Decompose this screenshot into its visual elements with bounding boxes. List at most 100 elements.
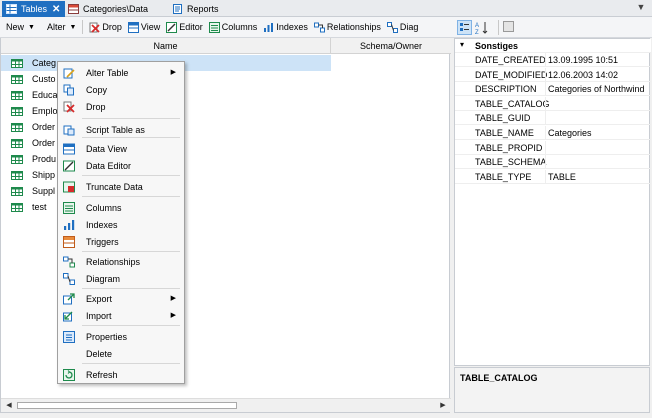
menu-item-truncate-data[interactable]: Truncate Data bbox=[60, 179, 182, 195]
menu-item-properties[interactable]: Properties bbox=[60, 329, 182, 345]
dropdown-arrow-icon: ▼ bbox=[69, 23, 77, 31]
menu-item-script-table-as[interactable]: Script Table as bbox=[60, 122, 182, 138]
properties-icon bbox=[63, 331, 75, 343]
table-name: Order bbox=[32, 122, 56, 132]
menu-item-copy[interactable]: Copy bbox=[60, 82, 182, 98]
editor-label: Editor bbox=[179, 22, 203, 32]
menu-separator bbox=[82, 251, 180, 252]
columns-label: Columns bbox=[221, 22, 258, 32]
table-name: Emplo bbox=[32, 106, 58, 116]
table-grid-icon bbox=[11, 122, 23, 132]
property-row[interactable]: TABLE_SCHEMA bbox=[455, 155, 651, 170]
new-button[interactable]: New ▼ bbox=[3, 19, 38, 36]
scroll-thumb[interactable] bbox=[17, 402, 237, 409]
property-row[interactable]: DESCRIPTION Categories of Northwind bbox=[455, 82, 651, 97]
property-name: TABLE_GUID bbox=[475, 113, 531, 124]
menu-item-import[interactable]: Import ▶ bbox=[60, 308, 182, 324]
properties-toolbar: A Z bbox=[454, 17, 652, 38]
menu-item-label: Script Table as bbox=[86, 125, 145, 135]
drop-button[interactable]: Drop bbox=[86, 19, 125, 36]
table-grid-icon bbox=[11, 74, 23, 84]
table-grid-icon bbox=[11, 138, 23, 148]
indexes-icon bbox=[264, 22, 274, 32]
menu-item-label: Drop bbox=[86, 102, 106, 112]
property-divider bbox=[545, 67, 546, 82]
property-name: DATE_CREATED bbox=[475, 55, 546, 65]
menu-item-label: Import bbox=[86, 311, 112, 321]
property-row[interactable]: TABLE_CATALOG bbox=[455, 96, 651, 111]
view-label: View bbox=[140, 22, 161, 32]
table-name: Educa bbox=[32, 90, 58, 100]
property-row[interactable]: DATE_CREATED 13.09.1995 10:51 bbox=[455, 53, 651, 67]
property-value[interactable]: 13.09.1995 10:51 bbox=[548, 55, 650, 65]
scroll-right-icon[interactable]: ▶ bbox=[437, 400, 449, 411]
table-name: Shipp bbox=[32, 170, 56, 180]
menu-item-columns[interactable]: Columns bbox=[60, 200, 182, 216]
property-category: Sonstiges bbox=[475, 41, 519, 51]
property-value[interactable]: Categories bbox=[548, 128, 650, 138]
property-value[interactable]: 12.06.2003 14:02 bbox=[548, 70, 650, 80]
menu-item-relationships[interactable]: Relationships bbox=[60, 254, 182, 270]
menu-item-label: Properties bbox=[86, 332, 128, 342]
menu-item-indexes[interactable]: Indexes bbox=[60, 217, 182, 233]
property-pages-button[interactable] bbox=[502, 20, 517, 35]
columns-button[interactable]: Columns bbox=[206, 19, 261, 36]
view-button[interactable]: View bbox=[125, 19, 163, 36]
alphabetical-sort-button[interactable]: A Z bbox=[475, 20, 490, 36]
menu-item-delete[interactable]: Delete bbox=[60, 346, 182, 362]
menu-item-alter-table[interactable]: Alter Table ▶ bbox=[60, 65, 182, 81]
property-row[interactable]: TABLE_TYPE TABLE bbox=[455, 169, 651, 184]
table-name: test bbox=[32, 202, 47, 212]
triggers-icon bbox=[63, 236, 75, 248]
menu-item-label: Diagram bbox=[86, 274, 121, 284]
property-pages-icon bbox=[503, 21, 514, 32]
diagram-icon bbox=[63, 273, 75, 285]
diagram-button[interactable]: Diag bbox=[384, 19, 418, 36]
horizontal-scrollbar[interactable]: ◀ ▶ bbox=[1, 398, 451, 412]
property-value[interactable]: Categories of Northwind bbox=[548, 84, 650, 94]
close-icon[interactable]: ✕ bbox=[52, 4, 60, 15]
relationships-icon bbox=[313, 22, 325, 32]
tab-tables[interactable]: Tables ✕ bbox=[2, 1, 66, 17]
tab-reports[interactable]: Reports bbox=[168, 1, 224, 17]
menu-item-diagram[interactable]: Diagram bbox=[60, 271, 182, 287]
property-row[interactable]: TABLE_NAME Categories bbox=[455, 126, 651, 140]
tab-categories-data[interactable]: Categories\Data bbox=[64, 1, 153, 17]
scroll-left-icon[interactable]: ◀ bbox=[3, 400, 15, 411]
drop-icon bbox=[63, 101, 75, 113]
property-description-title: TABLE_CATALOG bbox=[460, 373, 538, 383]
property-row[interactable]: TABLE_PROPID bbox=[455, 140, 651, 155]
collapse-icon[interactable]: ▾ bbox=[460, 40, 464, 49]
view-icon bbox=[127, 21, 139, 33]
categorized-view-button[interactable] bbox=[457, 20, 472, 35]
copy-icon bbox=[63, 84, 74, 96]
indexes-button[interactable]: Indexes bbox=[260, 19, 311, 36]
menu-item-drop[interactable]: Drop bbox=[60, 99, 182, 115]
menu-item-label: Relationships bbox=[86, 257, 141, 267]
menu-item-triggers[interactable]: Triggers bbox=[60, 234, 182, 250]
property-row[interactable]: TABLE_GUID bbox=[455, 111, 651, 126]
column-header-schema[interactable]: Schema/Owner bbox=[331, 38, 451, 54]
list-header: Name Schema/Owner bbox=[1, 38, 451, 54]
alter-button[interactable]: Alter ▼ bbox=[44, 19, 79, 36]
menu-item-export[interactable]: Export ▶ bbox=[60, 291, 182, 307]
property-value[interactable]: TABLE bbox=[548, 172, 650, 182]
import-icon bbox=[63, 311, 73, 322]
table-name: Custo bbox=[32, 74, 56, 84]
menu-item-data-editor[interactable]: Data Editor bbox=[60, 158, 182, 174]
editor-button[interactable]: Editor bbox=[163, 19, 206, 36]
menu-item-label: Alter Table bbox=[86, 68, 129, 78]
column-header-name[interactable]: Name bbox=[1, 38, 331, 54]
relationships-button[interactable]: Relationships bbox=[311, 19, 384, 36]
relationships-icon bbox=[63, 256, 75, 268]
svg-text:Z: Z bbox=[475, 30, 479, 35]
property-row[interactable]: DATE_MODIFIED 12.06.2003 14:02 bbox=[455, 67, 651, 82]
data-editor-icon bbox=[63, 160, 75, 172]
property-category-row[interactable]: ▾ Sonstiges bbox=[455, 39, 651, 53]
menu-separator bbox=[82, 288, 180, 289]
menu-item-data-view[interactable]: Data View bbox=[60, 141, 182, 157]
menu-item-label: Export bbox=[86, 294, 113, 304]
drop-icon bbox=[89, 22, 101, 33]
menu-item-refresh[interactable]: Refresh bbox=[60, 367, 182, 383]
tab-overflow-menu-icon[interactable]: ▼ bbox=[636, 2, 646, 14]
